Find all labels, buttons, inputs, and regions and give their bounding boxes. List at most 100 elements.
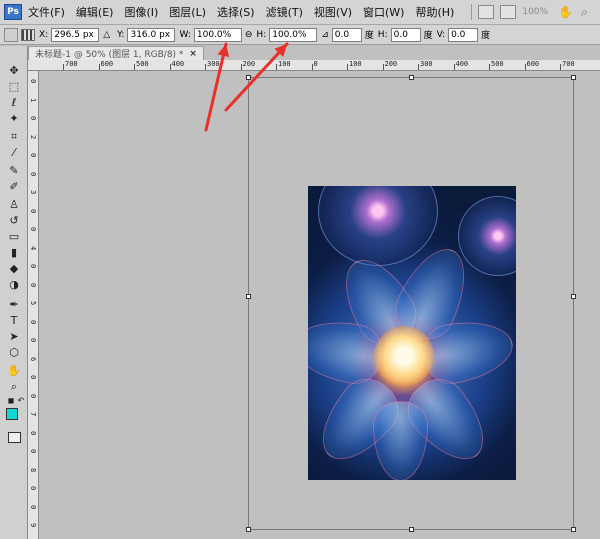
transform-handle[interactable]: [571, 75, 576, 80]
transform-handle[interactable]: [571, 527, 576, 532]
menu-window[interactable]: 窗口(W): [363, 4, 404, 20]
transform-handle[interactable]: [409, 527, 414, 532]
path-selection-icon[interactable]: ➤: [7, 330, 21, 344]
document-tab[interactable]: 未标题-1 @ 50% (图层 1, RGB/8) * ×: [28, 46, 204, 60]
transform-handle[interactable]: [246, 527, 251, 532]
ruler-label: 0: [29, 79, 37, 84]
brush-icon[interactable]: ✐: [7, 180, 21, 194]
zoom-icon[interactable]: ⌕: [581, 5, 588, 20]
menu-view[interactable]: 视图(V): [314, 4, 352, 20]
ruler-label: 600: [100, 60, 114, 68]
screen-mode-button[interactable]: [500, 5, 517, 19]
x-position-field[interactable]: [51, 27, 100, 42]
menu-help[interactable]: 帮助(H): [415, 4, 454, 20]
menu-select[interactable]: 选择(S): [217, 4, 255, 20]
ruler-label: 700: [65, 60, 78, 68]
zoom-level[interactable]: 100%: [522, 7, 548, 17]
ruler-label: 200: [242, 60, 256, 68]
hskew-label: H:: [377, 29, 388, 40]
menu-layer[interactable]: 图层(L): [169, 4, 206, 20]
swap-colors-icon[interactable]: ↶: [14, 394, 28, 408]
fractal-flower-image[interactable]: [308, 186, 516, 480]
link-icon[interactable]: ⊖: [245, 30, 253, 40]
transform-handle[interactable]: [571, 294, 576, 299]
reference-point-icon[interactable]: [21, 28, 35, 41]
hand-tool-icon[interactable]: ✋: [7, 364, 21, 378]
ruler-label: 9: [29, 523, 37, 528]
vertical-ruler[interactable]: 0 1 0 2 0 0 3 0 0 4 0 0 5 0 0 6 0 0 7 0 0 8 0 0 9: [28, 71, 39, 539]
arrow-head: [274, 44, 287, 57]
ruler-label: 0: [29, 430, 37, 435]
ruler-label: 2: [29, 134, 37, 139]
magic-wand-icon[interactable]: ✦: [7, 112, 21, 126]
history-brush-icon[interactable]: ↺: [7, 214, 21, 228]
ruler-label: 300: [420, 60, 433, 68]
horizontal-skew-field[interactable]: [390, 27, 421, 42]
y-position-field[interactable]: [127, 27, 176, 42]
ruler-tick: [205, 64, 206, 70]
lasso-icon[interactable]: ℓ: [7, 96, 21, 110]
bridge-button[interactable]: [478, 5, 495, 19]
ruler-label: 0: [29, 227, 37, 232]
ruler-tick: [453, 64, 455, 70]
hand-icon[interactable]: ✋: [558, 5, 573, 19]
crop-icon[interactable]: ⌗: [7, 130, 21, 144]
document-title: 未标题-1 @ 50% (图层 1, RGB/8) *: [35, 50, 184, 60]
photoshop-logo: Ps: [4, 4, 22, 20]
menu-filter[interactable]: 滤镜(T): [266, 4, 303, 20]
ruler-tick: [240, 64, 242, 70]
gradient-icon[interactable]: ▮: [7, 246, 21, 260]
transform-handle[interactable]: [409, 75, 414, 80]
width-scale-field[interactable]: [193, 27, 242, 42]
eyedropper-icon[interactable]: ⁄: [7, 146, 21, 160]
bubble-shape: [458, 196, 516, 276]
ruler-tick: [382, 64, 384, 70]
vskew-unit: 度: [481, 31, 491, 41]
tools-panel: ✥ ⬚ ℓ ✦ ⌗ ⁄ ✎ ✐ ♙ ↺ ▭ ▮ ◆ ◑ ✒ T ➤ ⬡ ✋ ⌕ …: [0, 46, 28, 539]
delta-icon: △: [103, 29, 111, 40]
ruler-tick: [98, 64, 100, 70]
w-label: W:: [179, 29, 191, 40]
move-icon[interactable]: ✥: [7, 64, 21, 78]
vertical-skew-field[interactable]: [448, 27, 479, 42]
zoom-tool-icon[interactable]: ⌕: [7, 380, 21, 394]
ruler-label: 500: [491, 60, 504, 68]
ruler-label: 0: [29, 486, 37, 491]
menu-image[interactable]: 图像(I): [124, 4, 158, 20]
menu-separator: [471, 4, 473, 20]
tool-preset-icon[interactable]: [4, 27, 18, 42]
canvas-area[interactable]: [39, 71, 600, 539]
ruler-label: 100: [278, 60, 291, 68]
marquee-icon[interactable]: ⬚: [7, 80, 21, 94]
rotate-angle-field[interactable]: [331, 27, 362, 42]
ruler-label: 200: [384, 60, 398, 68]
ruler-label: 4: [29, 245, 37, 250]
angle-unit: 度: [364, 31, 374, 41]
menu-edit[interactable]: 编辑(E): [76, 4, 114, 20]
ruler-tick: [276, 64, 277, 70]
pen-icon[interactable]: ✒: [7, 298, 21, 312]
ruler-label: 500: [136, 60, 149, 68]
ruler-tick: [311, 64, 313, 70]
close-icon[interactable]: ×: [189, 49, 197, 59]
ruler-tick: [63, 64, 64, 70]
blur-icon[interactable]: ◆: [7, 262, 21, 276]
ruler-label: 0: [29, 338, 37, 343]
transform-handle[interactable]: [246, 75, 251, 80]
transform-handle[interactable]: [246, 294, 251, 299]
height-scale-field[interactable]: [269, 27, 318, 42]
foreground-color-swatch[interactable]: [6, 408, 18, 420]
horizontal-ruler[interactable]: 700 600 500 400 300 200 100 0 100 200 300 400 500 600…: [28, 60, 600, 71]
menu-file[interactable]: 文件(F): [28, 4, 65, 20]
shape-icon[interactable]: ⬡: [7, 346, 21, 360]
vskew-label: V:: [436, 29, 446, 40]
dodge-icon[interactable]: ◑: [7, 278, 21, 292]
healing-brush-icon[interactable]: ✎: [7, 164, 21, 178]
type-icon[interactable]: T: [7, 314, 21, 328]
ruler-label: 0: [29, 264, 37, 269]
x-label: X:: [39, 29, 49, 40]
clone-stamp-icon[interactable]: ♙: [7, 198, 21, 212]
eraser-icon[interactable]: ▭: [7, 230, 21, 244]
ruler-tick: [560, 64, 561, 70]
quick-mask-icon[interactable]: [8, 432, 21, 443]
